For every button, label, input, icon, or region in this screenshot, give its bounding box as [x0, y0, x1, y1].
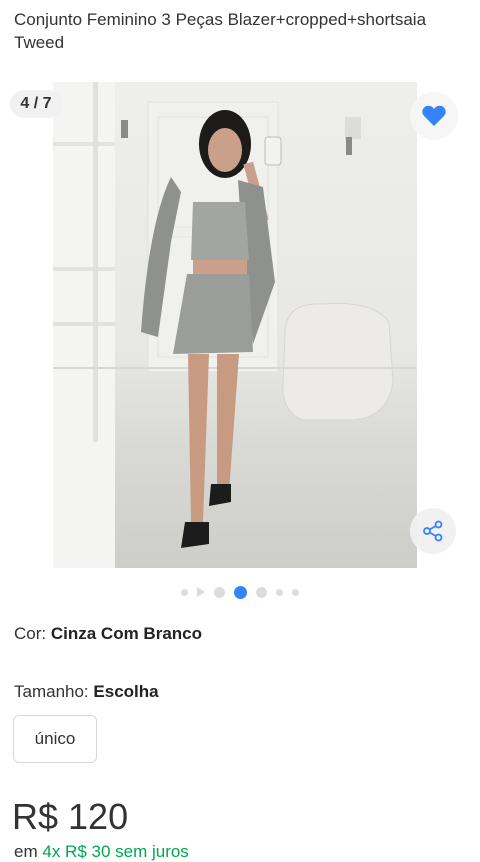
favorite-button[interactable]	[410, 92, 458, 140]
pagination-dot[interactable]	[181, 588, 188, 596]
size-label: Tamanho:	[14, 682, 89, 701]
product-photo-image	[53, 82, 417, 568]
pagination-dot[interactable]	[256, 586, 267, 598]
color-value: Cinza Com Branco	[50, 624, 202, 643]
pagination-dot[interactable]	[292, 588, 299, 596]
pagination-dot[interactable]	[214, 586, 225, 598]
size-option-button[interactable]: único	[13, 715, 97, 763]
product-image-gallery[interactable]: 4 / 7	[0, 80, 480, 570]
heart-icon	[422, 105, 446, 126]
image-counter: 4 / 7	[10, 90, 62, 118]
pagination-dot[interactable]	[276, 588, 283, 596]
pagination-dot-active[interactable]	[234, 585, 247, 599]
size-attribute: Tamanho: Escolha	[14, 682, 159, 702]
gallery-pagination	[0, 583, 480, 601]
installments-text: 4x R$ 30 sem juros	[42, 842, 189, 861]
installments-info: em 4x R$ 30 sem juros	[14, 842, 189, 862]
share-icon	[423, 520, 443, 542]
product-title: Conjunto Feminino 3 Peças Blazer+cropped…	[14, 10, 427, 52]
size-value: Escolha	[93, 682, 159, 701]
color-attribute: Cor: Cinza Com Branco	[14, 624, 202, 644]
product-photo[interactable]	[53, 82, 417, 568]
color-label: Cor:	[14, 624, 47, 643]
share-button[interactable]	[410, 508, 456, 554]
installments-prefix: em	[14, 842, 38, 861]
video-play-icon[interactable]	[197, 587, 205, 597]
price: R$ 120	[12, 796, 129, 837]
